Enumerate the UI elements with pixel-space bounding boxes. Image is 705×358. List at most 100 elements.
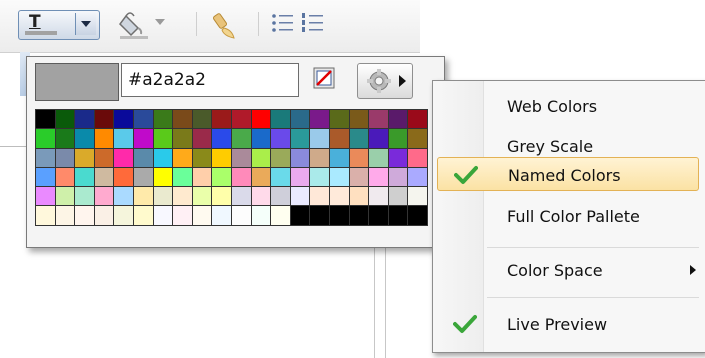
- color-swatch[interactable]: [55, 206, 76, 226]
- color-swatch[interactable]: [271, 206, 291, 226]
- color-swatch[interactable]: [153, 167, 174, 188]
- color-swatch[interactable]: [369, 206, 389, 226]
- color-swatch[interactable]: [349, 167, 370, 188]
- color-swatch[interactable]: [369, 187, 389, 207]
- color-swatch[interactable]: [310, 206, 330, 226]
- color-swatch[interactable]: [55, 129, 76, 149]
- color-swatch[interactable]: [153, 148, 174, 168]
- color-swatch[interactable]: [173, 129, 193, 149]
- color-swatch[interactable]: [36, 148, 56, 168]
- color-swatch[interactable]: [251, 187, 272, 207]
- color-swatch[interactable]: [114, 167, 134, 188]
- color-swatch[interactable]: [349, 129, 370, 149]
- color-swatch[interactable]: [153, 206, 174, 226]
- color-swatch[interactable]: [173, 167, 193, 188]
- color-swatch[interactable]: [251, 167, 272, 188]
- no-color-button[interactable]: [313, 67, 335, 89]
- color-swatch[interactable]: [231, 187, 252, 207]
- text-color-button[interactable]: T: [18, 10, 100, 40]
- color-swatch[interactable]: [212, 167, 232, 188]
- color-swatch[interactable]: [329, 148, 350, 168]
- color-swatch[interactable]: [212, 129, 232, 149]
- settings-menu-button[interactable]: [357, 63, 413, 99]
- color-swatch[interactable]: [329, 206, 350, 226]
- color-swatch[interactable]: [388, 187, 409, 207]
- color-swatch[interactable]: [55, 167, 76, 188]
- color-swatch[interactable]: [231, 110, 252, 130]
- color-swatch[interactable]: [133, 110, 154, 130]
- color-swatch[interactable]: [349, 187, 370, 207]
- color-swatch[interactable]: [114, 187, 134, 207]
- color-swatch[interactable]: [75, 187, 95, 207]
- color-swatch[interactable]: [94, 187, 115, 207]
- color-swatch[interactable]: [75, 167, 95, 188]
- color-swatch[interactable]: [133, 167, 154, 188]
- color-swatch[interactable]: [192, 187, 213, 207]
- color-swatch[interactable]: [329, 129, 350, 149]
- color-swatch[interactable]: [369, 167, 389, 188]
- color-swatch[interactable]: [212, 148, 232, 168]
- color-swatch[interactable]: [114, 206, 134, 226]
- menu-item-live-preview[interactable]: Live Preview: [437, 307, 699, 341]
- color-swatch[interactable]: [271, 187, 291, 207]
- color-swatch[interactable]: [408, 167, 428, 188]
- color-swatch[interactable]: [94, 110, 115, 130]
- color-swatch[interactable]: [349, 148, 370, 168]
- color-swatch[interactable]: [329, 167, 350, 188]
- color-swatch[interactable]: [173, 206, 193, 226]
- color-swatch[interactable]: [271, 110, 291, 130]
- color-swatch[interactable]: [231, 206, 252, 226]
- color-swatch[interactable]: [75, 110, 95, 130]
- color-swatch[interactable]: [94, 129, 115, 149]
- color-swatch[interactable]: [349, 206, 370, 226]
- menu-item-web-colors[interactable]: Web Colors: [437, 89, 699, 123]
- bullet-list-button[interactable]: [270, 10, 300, 38]
- color-swatch[interactable]: [310, 167, 330, 188]
- color-swatch[interactable]: [55, 187, 76, 207]
- color-swatch[interactable]: [94, 148, 115, 168]
- color-swatch[interactable]: [388, 148, 409, 168]
- color-swatch[interactable]: [290, 206, 311, 226]
- color-swatch[interactable]: [251, 148, 272, 168]
- color-swatch[interactable]: [251, 129, 272, 149]
- color-swatch[interactable]: [271, 167, 291, 188]
- menu-item-named-colors[interactable]: Named Colors: [437, 157, 699, 191]
- color-swatch[interactable]: [173, 187, 193, 207]
- color-swatch[interactable]: [408, 206, 428, 226]
- color-swatch[interactable]: [36, 206, 56, 226]
- color-swatch[interactable]: [173, 148, 193, 168]
- color-swatch[interactable]: [212, 187, 232, 207]
- color-swatch[interactable]: [290, 167, 311, 188]
- color-swatch[interactable]: [310, 110, 330, 130]
- color-swatch[interactable]: [173, 110, 193, 130]
- color-swatch[interactable]: [251, 110, 272, 130]
- color-swatch[interactable]: [133, 206, 154, 226]
- color-swatch[interactable]: [329, 110, 350, 130]
- hex-color-input[interactable]: [121, 63, 299, 97]
- color-swatch[interactable]: [75, 206, 95, 226]
- color-swatch[interactable]: [290, 148, 311, 168]
- color-swatch[interactable]: [153, 110, 174, 130]
- color-swatch[interactable]: [55, 148, 76, 168]
- color-swatch[interactable]: [310, 148, 330, 168]
- color-swatch[interactable]: [408, 110, 428, 130]
- color-swatch[interactable]: [388, 110, 409, 130]
- color-swatch[interactable]: [212, 206, 232, 226]
- color-swatch[interactable]: [271, 148, 291, 168]
- color-swatch[interactable]: [408, 129, 428, 149]
- text-color-dropdown-arrow[interactable]: [75, 13, 96, 35]
- color-swatch[interactable]: [369, 148, 389, 168]
- color-swatch[interactable]: [94, 206, 115, 226]
- color-swatch[interactable]: [36, 187, 56, 207]
- color-swatch[interactable]: [369, 110, 389, 130]
- color-swatch[interactable]: [36, 167, 56, 188]
- color-swatch[interactable]: [55, 110, 76, 130]
- color-swatch[interactable]: [114, 129, 134, 149]
- color-swatch[interactable]: [114, 148, 134, 168]
- color-swatch[interactable]: [388, 129, 409, 149]
- color-swatch[interactable]: [153, 129, 174, 149]
- color-swatch[interactable]: [408, 148, 428, 168]
- color-swatch[interactable]: [192, 167, 213, 188]
- color-swatch[interactable]: [329, 187, 350, 207]
- color-swatch[interactable]: [133, 187, 154, 207]
